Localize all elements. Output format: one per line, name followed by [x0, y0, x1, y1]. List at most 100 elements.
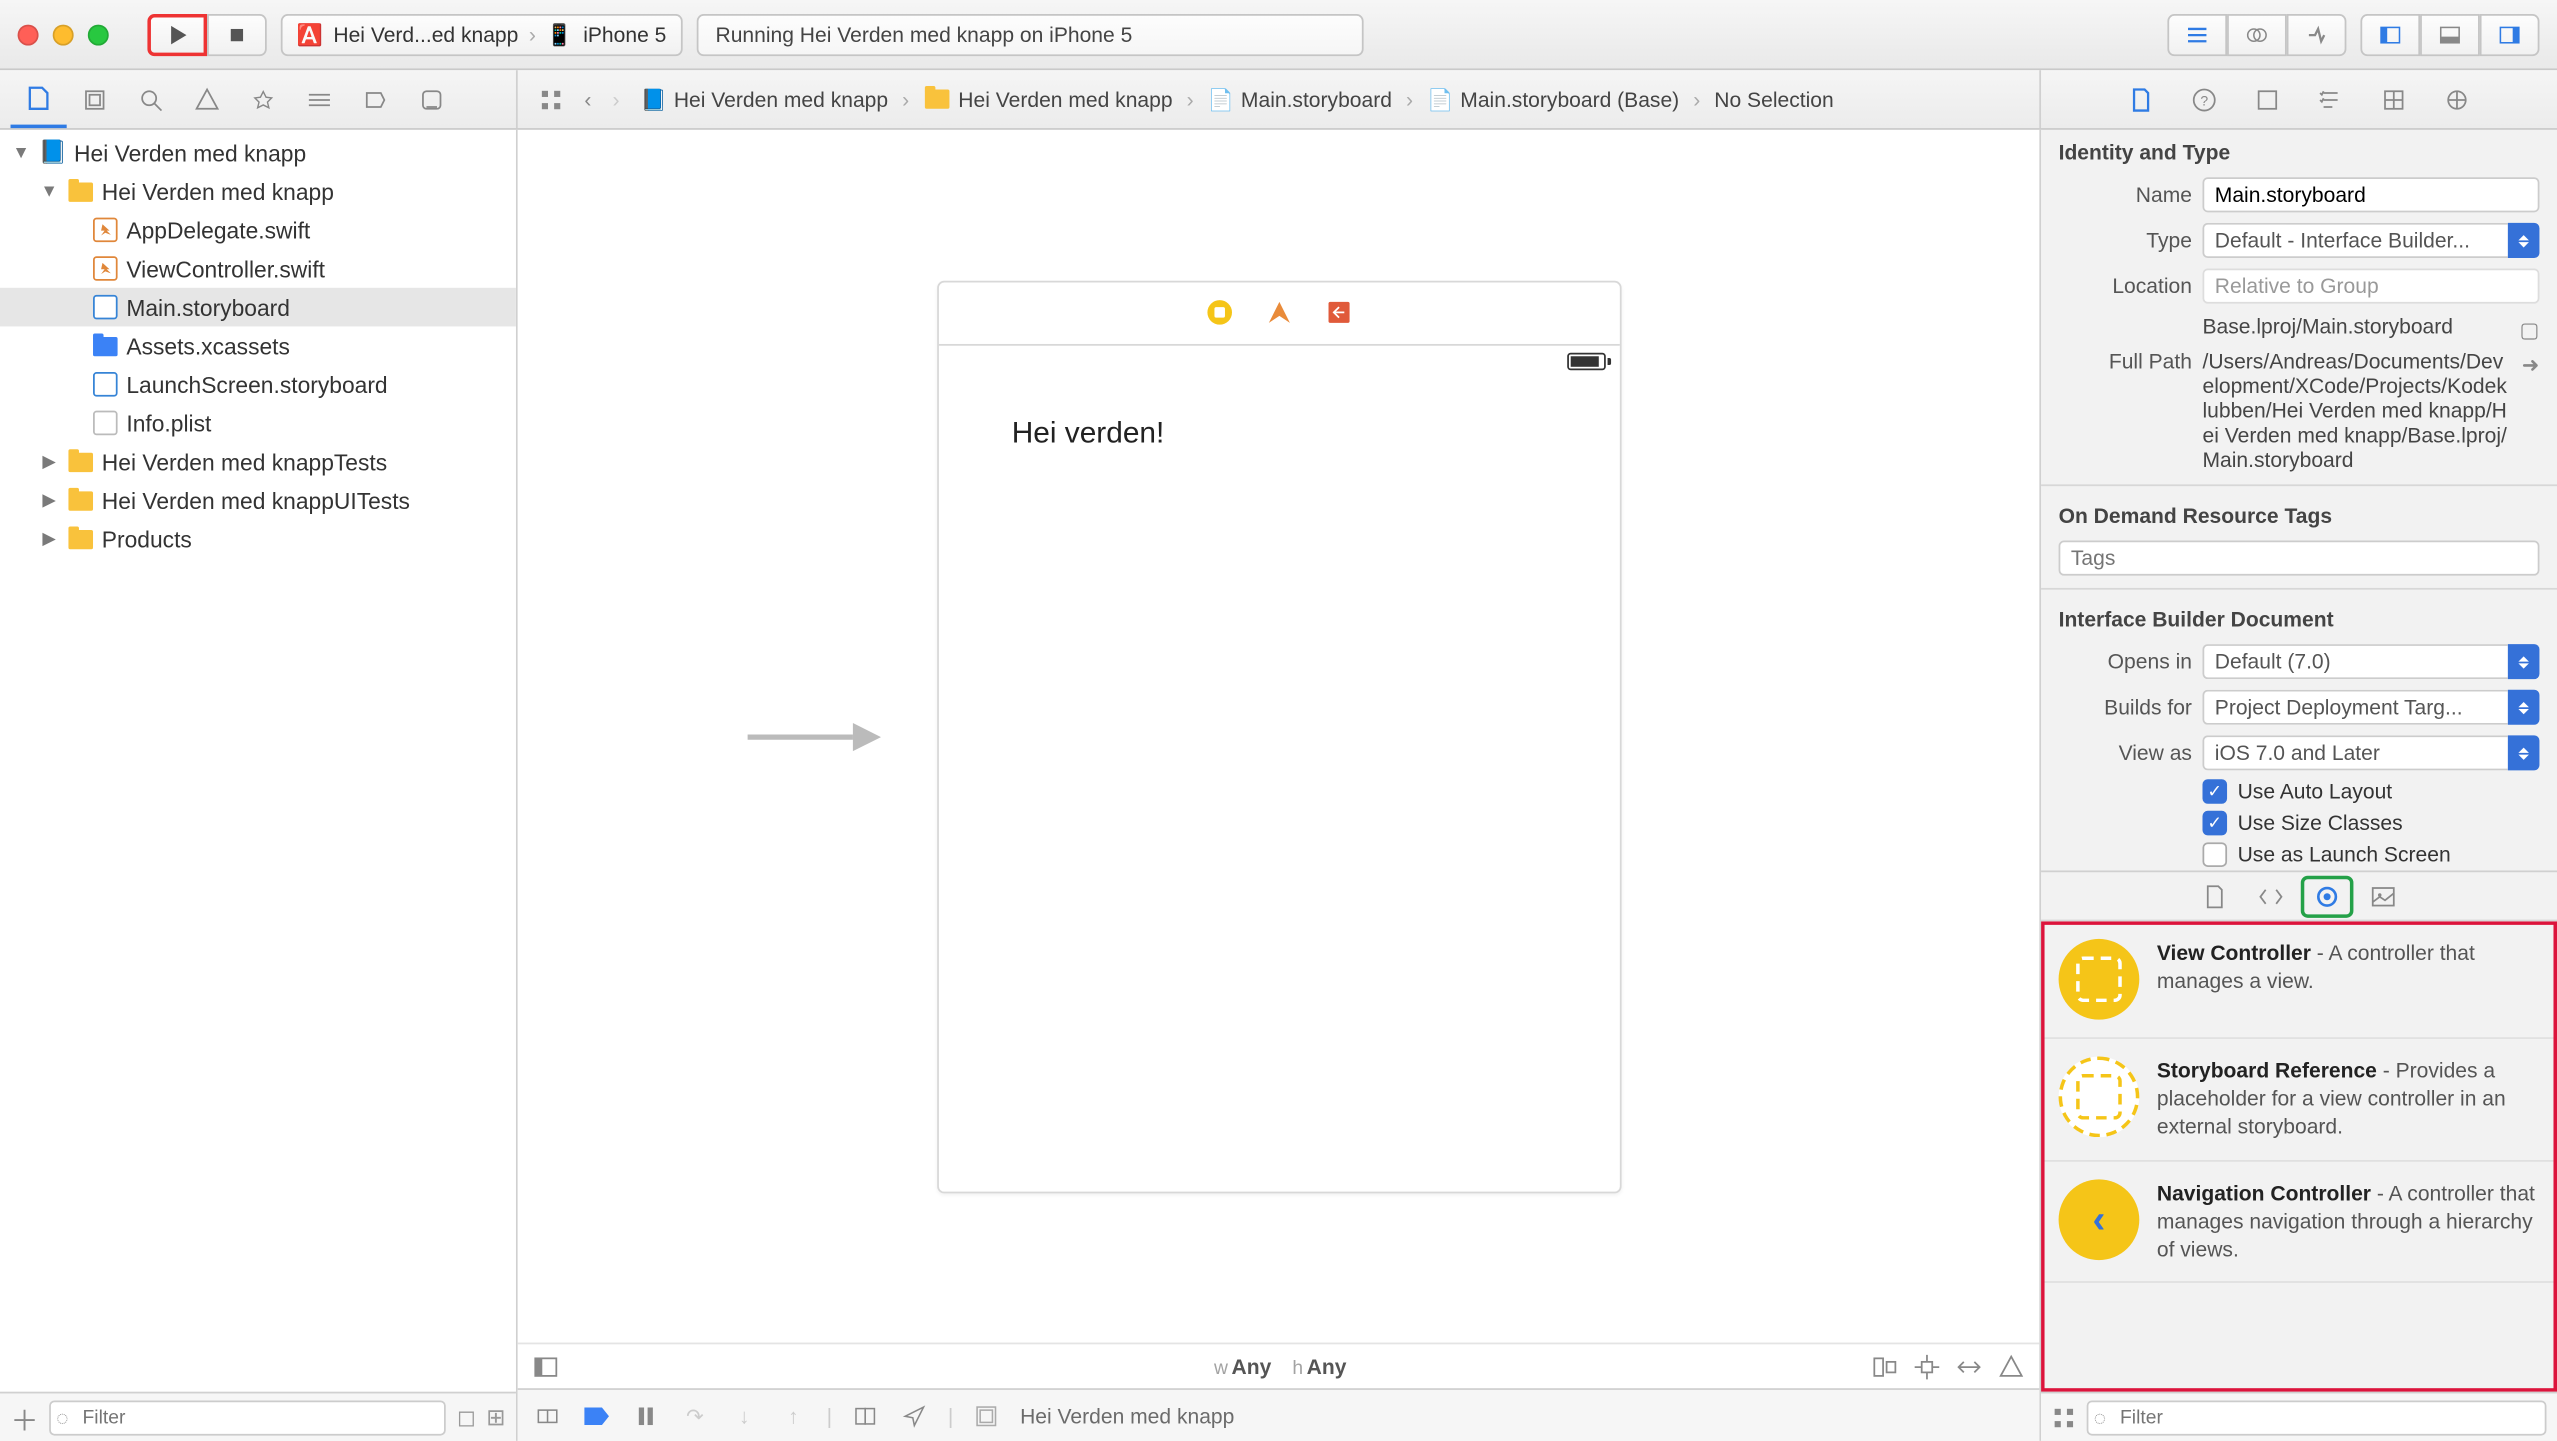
disclosure-triangle-icon[interactable]: ▶	[39, 491, 60, 510]
jump-project[interactable]: 📘 Hei Verden med knapp	[634, 83, 896, 115]
launchscreen-checkbox-row[interactable]: Use as Launch Screen	[2041, 839, 2557, 871]
toggle-navigator-icon[interactable]	[2360, 13, 2420, 55]
exit-dock-icon[interactable]	[1324, 298, 1352, 326]
resolve-tool-icon[interactable]	[1955, 1352, 1983, 1380]
connections-inspector-icon[interactable]	[2427, 70, 2487, 128]
reveal-folder-icon[interactable]: ▢	[2520, 318, 2540, 343]
tree-file-infoplist[interactable]: Info.plist	[0, 404, 516, 443]
media-library-icon[interactable]	[2357, 875, 2410, 917]
first-responder-dock-icon[interactable]	[1264, 298, 1292, 326]
reveal-in-finder-icon[interactable]: ➜	[2522, 353, 2540, 378]
issue-navigator-icon[interactable]	[179, 70, 235, 128]
view-controller-scene[interactable]: Hei verden!	[936, 280, 1620, 1193]
report-navigator-icon[interactable]	[404, 70, 460, 128]
assistant-editor-icon[interactable]	[2227, 13, 2287, 55]
version-editor-icon[interactable]	[2287, 13, 2347, 55]
jump-selection[interactable]: No Selection	[1707, 83, 1840, 115]
library-item-navcontroller[interactable]: ‹ Navigation Controller - A controller t…	[2041, 1161, 2557, 1283]
scene-dock[interactable]	[938, 282, 1619, 345]
size-inspector-icon[interactable]	[2364, 70, 2424, 128]
step-out-icon[interactable]: ↑	[777, 1400, 809, 1432]
symbol-navigator-icon[interactable]	[67, 70, 123, 128]
standard-editor-icon[interactable]	[2167, 13, 2227, 55]
name-input[interactable]	[2202, 177, 2539, 212]
file-template-library-icon[interactable]	[2188, 875, 2241, 917]
viewas-select[interactable]: iOS 7.0 and Later	[2202, 735, 2539, 770]
toggle-utilities-icon[interactable]	[2480, 13, 2540, 55]
scm-filter-icon[interactable]: ⊞	[486, 1403, 505, 1431]
initial-viewcontroller-arrow-icon[interactable]	[743, 701, 883, 771]
storyboard-canvas[interactable]: Hei verden! wAny hAny ↷ ↓	[518, 130, 2040, 1441]
location-select[interactable]: Relative to Group	[2202, 269, 2539, 304]
type-select[interactable]: Default - Interface Builder...	[2202, 223, 2539, 258]
tree-file-viewcontroller[interactable]: ViewController.swift	[0, 249, 516, 288]
step-into-icon[interactable]: ↓	[728, 1400, 760, 1432]
hei-verden-label[interactable]: Hei verden!	[938, 376, 1619, 450]
tree-file-assets[interactable]: Assets.xcassets	[0, 326, 516, 365]
find-navigator-icon[interactable]	[123, 70, 179, 128]
identity-inspector-icon[interactable]	[2238, 70, 2298, 128]
library-item-viewcontroller[interactable]: View Controller - A controller that mana…	[2041, 921, 2557, 1039]
breakpoints-toggle-icon[interactable]	[581, 1400, 613, 1432]
disclosure-triangle-icon[interactable]: ▶	[39, 452, 60, 471]
project-navigator-icon[interactable]	[11, 70, 67, 128]
library-view-toggle-icon[interactable]	[2052, 1405, 2077, 1430]
tree-group-products[interactable]: ▶ Products	[0, 519, 516, 558]
jump-bar[interactable]: ‹ › 📘 Hei Verden med knapp › Hei Verden …	[518, 70, 2040, 128]
sizeclasses-checkbox-row[interactable]: ✓ Use Size Classes	[2041, 807, 2557, 839]
tags-input[interactable]	[2059, 541, 2540, 576]
scheme-selector[interactable]: 🅰️ Hei Verd...ed knapp › 📱 iPhone 5	[281, 13, 682, 55]
location-icon[interactable]	[899, 1400, 931, 1432]
quickhelp-inspector-icon[interactable]: ?	[2174, 70, 2234, 128]
code-snippet-library-icon[interactable]	[2245, 875, 2298, 917]
opensin-select[interactable]: Default (7.0)	[2202, 644, 2539, 679]
tree-group-uitests[interactable]: ▶ Hei Verden med knappUITests	[0, 481, 516, 520]
align-tool-icon[interactable]	[1871, 1352, 1899, 1380]
jump-file[interactable]: 📄 Main.storyboard	[1201, 83, 1399, 115]
debug-process-label[interactable]: Hei Verden med knapp	[1020, 1403, 1234, 1428]
toggle-debug-icon[interactable]	[532, 1400, 564, 1432]
jump-base[interactable]: 📄 Main.storyboard (Base)	[1420, 83, 1686, 115]
panel-toggle-segmented[interactable]	[2360, 13, 2539, 55]
run-button[interactable]	[147, 13, 207, 55]
object-library-icon[interactable]	[2301, 875, 2354, 917]
checkbox-unchecked-icon[interactable]	[2202, 842, 2227, 867]
checkbox-checked-icon[interactable]: ✓	[2202, 811, 2227, 836]
pin-tool-icon[interactable]	[1913, 1352, 1941, 1380]
project-tree[interactable]: ▼ 📘 Hei Verden med knapp ▼ Hei Verden me…	[0, 130, 516, 1392]
disclosure-triangle-icon[interactable]: ▶	[39, 529, 60, 548]
viewcontroller-dock-icon[interactable]	[1205, 298, 1233, 326]
back-button[interactable]: ‹	[577, 83, 598, 115]
disclosure-triangle-icon[interactable]: ▼	[11, 143, 32, 162]
toggle-outline-icon[interactable]	[532, 1352, 560, 1380]
forward-button[interactable]: ›	[605, 83, 626, 115]
editor-mode-segmented[interactable]	[2167, 13, 2346, 55]
attributes-inspector-icon[interactable]	[2301, 70, 2361, 128]
library-item-storyboardref[interactable]: Storyboard Reference - Provides a placeh…	[2041, 1039, 2557, 1161]
tree-group-main[interactable]: ▼ Hei Verden med knapp	[0, 172, 516, 211]
breakpoint-navigator-icon[interactable]	[347, 70, 403, 128]
stop-button[interactable]	[207, 13, 267, 55]
minimize-window-icon[interactable]	[53, 24, 74, 45]
object-library-list[interactable]: View Controller - A controller that mana…	[2041, 920, 2557, 1392]
recent-filter-icon[interactable]: ◻	[457, 1403, 476, 1431]
autolayout-checkbox-row[interactable]: ✓ Use Auto Layout	[2041, 776, 2557, 808]
tree-file-mainstoryboard[interactable]: Main.storyboard	[0, 288, 516, 327]
disclosure-triangle-icon[interactable]: ▼	[39, 182, 60, 201]
tree-group-tests[interactable]: ▶ Hei Verden med knappTests	[0, 442, 516, 481]
jump-group[interactable]: Hei Verden med knapp	[916, 82, 1179, 117]
close-window-icon[interactable]	[18, 24, 39, 45]
view-debug-icon[interactable]	[850, 1400, 882, 1432]
size-class-control[interactable]: wAny hAny	[1211, 1354, 1347, 1379]
debug-navigator-icon[interactable]	[291, 70, 347, 128]
tree-project-root[interactable]: ▼ 📘 Hei Verden med knapp	[0, 133, 516, 172]
add-icon[interactable]: ＋	[11, 1396, 39, 1438]
toggle-debug-area-icon[interactable]	[2420, 13, 2480, 55]
navigator-filter-input[interactable]	[49, 1400, 446, 1435]
buildsfor-select[interactable]: Project Deployment Targ...	[2202, 690, 2539, 725]
tree-file-launchscreen[interactable]: LaunchScreen.storyboard	[0, 365, 516, 404]
zoom-window-icon[interactable]	[88, 24, 109, 45]
tree-file-appdelegate[interactable]: AppDelegate.swift	[0, 211, 516, 250]
step-over-icon[interactable]: ↷	[679, 1400, 711, 1432]
resize-tool-icon[interactable]	[1997, 1352, 2025, 1380]
